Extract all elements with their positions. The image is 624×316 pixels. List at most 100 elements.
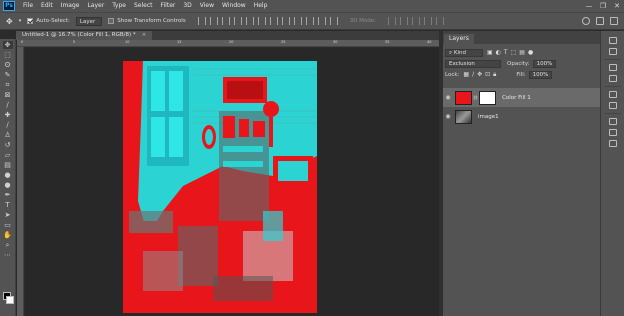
transform-checkbox[interactable] [108, 18, 115, 24]
align-center-icon[interactable] [245, 17, 254, 25]
eraser-icon[interactable]: ▱ [3, 151, 13, 159]
dodge-icon[interactable]: ● [3, 181, 13, 189]
marquee-icon[interactable]: ⬚ [3, 51, 13, 59]
quick-select-icon[interactable]: ✎ [3, 71, 13, 79]
lock-position-icon[interactable]: ✥ [477, 71, 482, 79]
blur-icon[interactable]: ● [3, 171, 13, 179]
align-top-icon[interactable] [197, 17, 206, 25]
share-icon[interactable] [610, 17, 618, 25]
blend-mode-dropdown[interactable]: Exclusion [445, 59, 501, 68]
lock-transparent-icon[interactable]: ▦ [463, 71, 469, 79]
kind-filter-dropdown[interactable]: ⌕ Kind [445, 48, 483, 57]
3d-drag-icon[interactable] [412, 17, 421, 25]
distribute-left-icon[interactable] [305, 17, 314, 25]
history-icon[interactable] [608, 37, 617, 44]
adjustment-filter-icon[interactable]: ◐ [496, 49, 501, 56]
pixel-filter-icon[interactable]: ▣ [487, 49, 493, 56]
type-filter-icon[interactable]: T [504, 49, 508, 56]
distribute-bottom-icon[interactable] [293, 17, 302, 25]
lock-artboard-icon[interactable]: ⊡ [485, 71, 490, 79]
color-icon[interactable] [608, 64, 617, 71]
distribute-top-icon[interactable] [269, 17, 278, 25]
align-bottom-icon[interactable] [221, 17, 230, 25]
minimize-icon[interactable]: — [582, 0, 596, 12]
layers-icon[interactable] [608, 118, 617, 125]
auto-select-dropdown[interactable]: Layer [75, 16, 103, 26]
tool-preset-dropdown[interactable]: ▾ [19, 18, 22, 24]
filter-toggle-icon[interactable]: ● [528, 49, 533, 56]
menu-file[interactable]: File [19, 0, 37, 12]
libraries-icon[interactable] [608, 91, 617, 98]
menu-select[interactable]: Select [130, 0, 157, 12]
menu-image[interactable]: Image [57, 0, 84, 12]
layer-mask-thumbnail[interactable] [479, 90, 497, 105]
distribute-center-icon[interactable] [317, 17, 326, 25]
align-middle-icon[interactable] [209, 17, 218, 25]
paths-icon[interactable] [608, 140, 617, 147]
layer-row-image[interactable]: ◉ image1 [443, 107, 600, 126]
layer-row-color-fill[interactable]: ◉ ⛓ Color Fill 1 [443, 88, 600, 107]
menu-help[interactable]: Help [250, 0, 272, 12]
search-icon[interactable] [582, 17, 590, 25]
menu-filter[interactable]: Filter [157, 0, 180, 12]
distribute-middle-icon[interactable] [281, 17, 290, 25]
menu-window[interactable]: Window [218, 0, 250, 12]
stamp-icon[interactable]: ♙ [3, 131, 13, 139]
menu-layer[interactable]: Layer [83, 0, 108, 12]
align-left-icon[interactable] [233, 17, 242, 25]
restore-icon[interactable]: ❐ [596, 0, 610, 12]
healing-icon[interactable]: ✚ [3, 111, 13, 119]
lasso-icon[interactable]: ʘ [3, 61, 13, 69]
menu-view[interactable]: View [196, 0, 218, 12]
document-tab[interactable]: Untitled-1 @ 16.7% (Color Fill 1, RGB/8)… [16, 31, 153, 40]
channels-icon[interactable] [608, 129, 617, 136]
pen-icon[interactable]: ✒ [3, 191, 13, 199]
visibility-eye-icon[interactable]: ◉ [443, 113, 453, 120]
shape-icon[interactable]: ▭ [3, 221, 13, 229]
more-icon[interactable]: ⋯ [3, 251, 13, 259]
image-thumbnail[interactable] [455, 109, 472, 124]
opacity-input[interactable]: 100% [532, 59, 557, 68]
type-icon[interactable]: T [3, 201, 13, 209]
close-icon[interactable]: ✕ [610, 0, 624, 12]
swatches-icon[interactable] [608, 75, 617, 82]
auto-select-option[interactable]: Auto-Select: [27, 18, 70, 24]
visibility-eye-icon[interactable]: ◉ [443, 94, 453, 101]
fill-input[interactable]: 100% [528, 70, 553, 79]
move-icon[interactable]: ✥ [2, 41, 13, 49]
menu-edit[interactable]: Edit [37, 0, 57, 12]
3d-scale-icon[interactable] [436, 17, 445, 25]
brush-icon[interactable]: ∕ [3, 121, 13, 129]
menu-3d[interactable]: 3D [179, 0, 195, 12]
path-select-icon[interactable]: ➤ [3, 211, 13, 219]
layer-name[interactable]: image1 [478, 114, 499, 120]
layer-name[interactable]: Color Fill 1 [502, 95, 531, 101]
lock-all-icon[interactable]: 🔒︎ [493, 71, 496, 79]
gradient-icon[interactable]: ▤ [3, 161, 13, 169]
frame-icon[interactable]: ⊠ [3, 91, 13, 99]
zoom-icon[interactable]: ⌕ [3, 241, 13, 249]
3d-slide-icon[interactable] [424, 17, 433, 25]
properties-icon[interactable] [608, 48, 617, 55]
smart-object-filter-icon[interactable]: ▤ [519, 49, 525, 56]
adjustments-icon[interactable] [608, 102, 617, 109]
shape-filter-icon[interactable]: ⬚ [511, 49, 517, 56]
3d-roll-icon[interactable] [400, 17, 409, 25]
link-icon[interactable]: ⛓ [473, 95, 478, 100]
workspace-icon[interactable] [596, 17, 604, 25]
distribute-right-icon[interactable] [329, 17, 338, 25]
align-right-icon[interactable] [257, 17, 266, 25]
eyedropper-icon[interactable]: ∕ [3, 101, 13, 109]
3d-rotate-icon[interactable] [388, 17, 397, 25]
document-canvas-image[interactable] [123, 61, 317, 313]
lock-paint-icon[interactable]: ∕ [472, 71, 474, 79]
tab-layers[interactable]: Layers [444, 34, 474, 44]
move-tool-icon[interactable]: ✥ [6, 17, 13, 26]
color-fill-thumbnail[interactable] [455, 90, 472, 105]
menu-type[interactable]: Type [108, 0, 130, 12]
transform-option[interactable]: Show Transform Controls [108, 18, 186, 24]
hand-icon[interactable]: ✋ [3, 231, 13, 239]
auto-select-checkbox[interactable] [27, 18, 34, 24]
crop-icon[interactable]: ⌗ [3, 81, 13, 89]
close-tab-icon[interactable]: × [142, 31, 147, 40]
